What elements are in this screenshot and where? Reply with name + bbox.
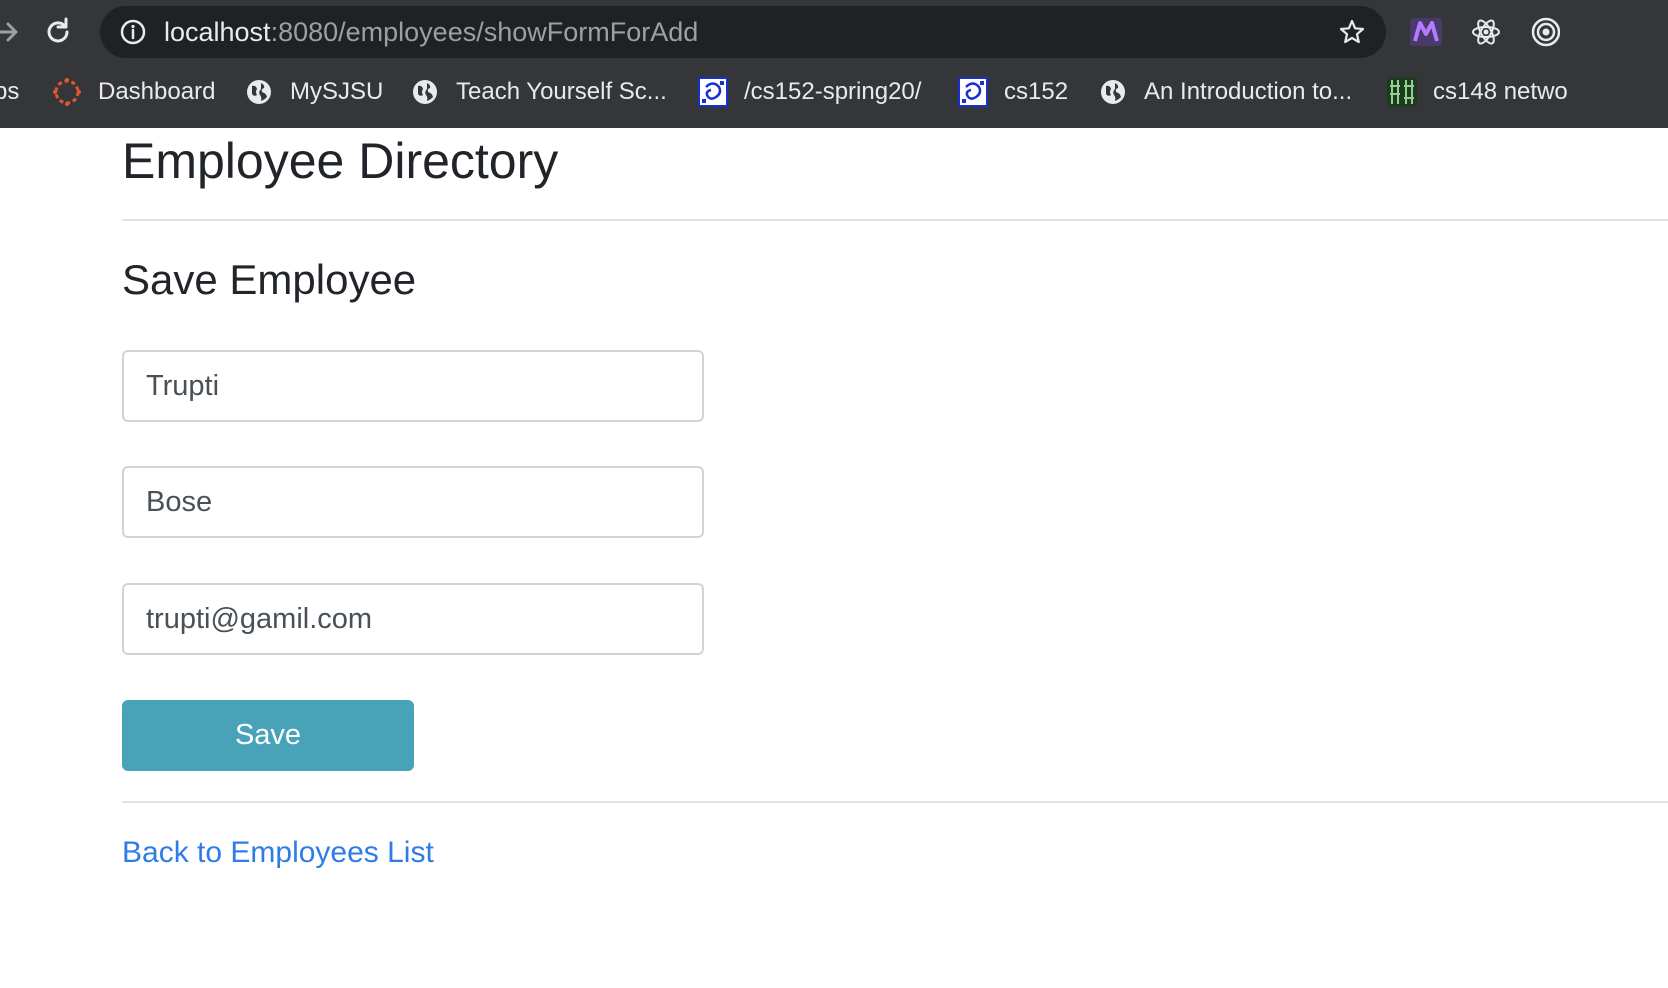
grid-favicon-icon xyxy=(1387,77,1417,107)
bookmarks-bar: ps Dashboard MySJSU Teach Yourself Sc...… xyxy=(0,70,1668,114)
bookmark-dashboard[interactable]: Dashboard xyxy=(52,70,215,114)
reload-icon[interactable] xyxy=(40,14,76,50)
bookmark-intro[interactable]: An Introduction to... xyxy=(1098,70,1352,114)
site-favicon-icon xyxy=(958,77,988,107)
m-extension-icon[interactable] xyxy=(1410,14,1442,50)
forward-arrow-icon[interactable] xyxy=(0,14,26,50)
globe-icon xyxy=(244,77,274,107)
target-extension-icon[interactable] xyxy=(1528,14,1561,50)
bookmark-cs152[interactable]: cs152 xyxy=(958,70,1068,114)
bookmark-label: cs148 netwo xyxy=(1433,78,1568,105)
bookmark-cs152-spring20[interactable]: /cs152-spring20/ xyxy=(698,70,921,114)
bookmark-apps[interactable]: ps xyxy=(0,70,19,114)
bookmark-label: ps xyxy=(0,78,20,105)
bookmark-label: Dashboard xyxy=(98,78,216,105)
bookmark-label: cs152 xyxy=(1004,78,1069,105)
divider xyxy=(122,219,1668,221)
bookmark-mysjsu[interactable]: MySJSU xyxy=(244,70,383,114)
save-button[interactable]: Save xyxy=(122,700,414,771)
canvas-icon xyxy=(52,77,82,107)
bookmark-label: An Introduction to... xyxy=(1144,78,1353,105)
bookmark-label: MySJSU xyxy=(290,78,384,105)
url-path: :8080/employees/showFormForAdd xyxy=(270,17,699,47)
bookmark-cs148[interactable]: cs148 netwo xyxy=(1387,70,1568,114)
first-name-field[interactable] xyxy=(122,350,704,422)
bookmark-label: /cs152-spring20/ xyxy=(744,78,922,105)
globe-icon xyxy=(410,77,440,107)
react-devtools-icon[interactable] xyxy=(1470,14,1502,50)
globe-icon xyxy=(1098,77,1128,107)
bookmark-star-icon[interactable] xyxy=(1338,18,1366,46)
url-text[interactable]: localhost:8080/employees/showFormForAdd xyxy=(164,18,698,46)
site-favicon-icon xyxy=(698,77,728,107)
divider xyxy=(122,801,1668,803)
bookmark-teach-yourself[interactable]: Teach Yourself Sc... xyxy=(410,70,667,114)
browser-toolbar: localhost:8080/employees/showFormForAdd xyxy=(0,0,1668,128)
page-title: Employee Directory xyxy=(122,133,559,189)
email-field[interactable] xyxy=(122,583,704,655)
bookmark-label: Teach Yourself Sc... xyxy=(456,78,667,105)
info-icon[interactable] xyxy=(120,19,146,45)
last-name-field[interactable] xyxy=(122,466,704,538)
section-title: Save Employee xyxy=(122,256,417,303)
address-bar[interactable]: localhost:8080/employees/showFormForAdd xyxy=(100,6,1386,58)
back-to-employees-link[interactable]: Back to Employees List xyxy=(122,836,434,870)
url-host: localhost xyxy=(164,17,271,47)
